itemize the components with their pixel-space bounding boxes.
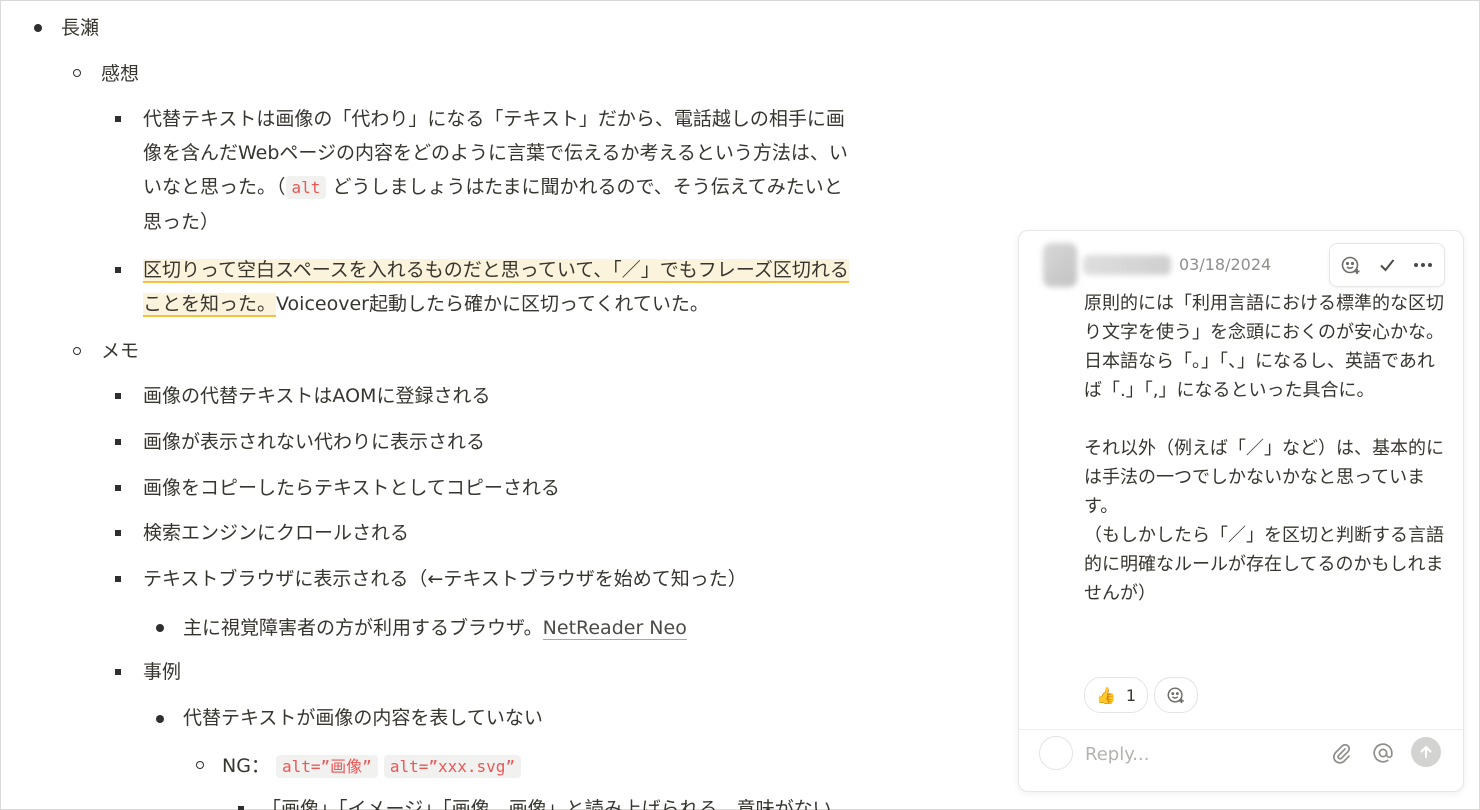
author-name-blurred: [1083, 255, 1171, 275]
bullet-disc: [156, 624, 164, 632]
list-item: 検索エンジンにクロールされる: [143, 522, 410, 544]
thumbs-up-reaction[interactable]: 👍 1: [1084, 677, 1148, 713]
thumbs-up-icon: 👍: [1095, 685, 1116, 705]
reply-avatar: [1039, 736, 1073, 770]
text-line: 像を含んだWebページの内容をどのように言葉で伝えるか考えるという方法は、い: [143, 142, 848, 164]
bullet-circle: [196, 761, 204, 769]
text-span: いなと思った。（: [143, 176, 286, 198]
text-span: Voiceover起動したら確かに区切ってくれていた。: [276, 293, 709, 315]
list-item-memo: メモ: [101, 340, 140, 362]
more-button[interactable]: [1410, 252, 1436, 278]
reaction-count: 1: [1125, 685, 1137, 705]
reply-input[interactable]: [1083, 739, 1307, 769]
comment-body: 原則的には「利用言語における標準的な区切り文字を使う」を念頭におくのが安心かな。…: [1084, 293, 1444, 604]
text-span: 主に視覚障害者の方が利用するブラウザ。: [183, 617, 543, 639]
bullet-square: [115, 669, 121, 675]
list-item: 画像が表示されない代わりに表示される: [143, 431, 486, 453]
inline-code: alt=”画像”: [275, 755, 378, 778]
bullet-square: [115, 267, 121, 273]
list-item: 画像をコピーしたらテキストとしてコピーされる: [143, 477, 560, 499]
bullet-circle: [73, 347, 81, 355]
add-reaction-icon: [1167, 687, 1184, 704]
commented-highlight[interactable]: ことを知った。: [143, 293, 277, 317]
bullet-disc: [34, 24, 42, 32]
mention-button[interactable]: [1369, 739, 1397, 767]
bullet-square: [115, 116, 121, 122]
attachment-icon: [1333, 743, 1351, 764]
divider: [1019, 729, 1463, 730]
netreader-link[interactable]: NetReader Neo: [542, 617, 687, 640]
impression-paragraph-1: 代替テキストは画像の「代わり」になる「テキスト」だから、電話越しの相手に画 像を…: [143, 102, 1005, 239]
add-reaction-pill[interactable]: [1154, 677, 1198, 713]
list-item: 「画像」「イメージ」「画像、画像」と読み上げられる、意味がない: [262, 798, 832, 810]
add-reaction-icon: [1341, 256, 1360, 274]
comment-thread: 03/18/2024 原則的には「利用言語における標準的な区切り文字を使う」を念…: [1018, 230, 1464, 792]
list-item: 主に視覚障害者の方が利用するブラウザ。NetReader Neo: [183, 611, 687, 645]
commented-highlight[interactable]: 区切りって空白スペースを入れるものだと思っていて、「／」でもフレーズ区切れる: [143, 259, 849, 283]
list-item: 代替テキストが画像の内容を表していない: [183, 707, 543, 729]
list-item-ng: NG： alt=”画像” alt=”xxx.svg”: [222, 749, 522, 784]
bullet-square: [115, 485, 121, 491]
bullet-square: [115, 576, 121, 582]
comment-actions-toolbar: [1329, 243, 1445, 287]
avatar: [1043, 243, 1077, 287]
text-line: 区切りって空白スペースを入れるものだと思っていて、「／」でもフレーズ区切れる: [143, 253, 1005, 287]
text-line: 思った）: [143, 211, 220, 233]
text-span: NG：: [222, 755, 270, 777]
document-area: 長瀬 感想 代替テキストは画像の「代わり」になる「テキスト」だから、電話越しの相…: [0, 0, 1010, 810]
send-button[interactable]: [1411, 737, 1441, 767]
bullet-square: [238, 806, 244, 810]
inline-code: alt: [285, 176, 327, 199]
list-item-jirei: 事例: [143, 661, 182, 683]
bullet-square: [115, 530, 121, 536]
bullet-circle: [73, 69, 81, 77]
mention-icon: [1373, 743, 1393, 763]
more-icon: [1414, 263, 1432, 267]
list-item: 画像の代替テキストはAOMに登録される: [143, 385, 491, 407]
attach-button[interactable]: [1327, 739, 1355, 767]
bullet-square: [115, 393, 121, 399]
text-line: 代替テキストは画像の「代わり」になる「テキスト」だから、電話越しの相手に画: [143, 108, 845, 130]
text-span: どうしましょうはたまに聞かれるので、そう伝えてみたいと: [332, 176, 843, 198]
impression-paragraph-2: 区切りって空白スペースを入れるものだと思っていて、「／」でもフレーズ区切れる こ…: [143, 253, 1005, 321]
resolve-button[interactable]: [1374, 252, 1400, 278]
send-icon: [1420, 745, 1432, 759]
bullet-disc: [156, 715, 164, 723]
bullet-square: [115, 439, 121, 445]
resolve-check-icon: [1380, 259, 1395, 272]
list-item-kansou: 感想: [101, 63, 140, 85]
list-item: テキストブラウザに表示される（←テキストブラウザを始めて知った）: [143, 568, 747, 590]
add-reaction-button[interactable]: [1338, 252, 1364, 278]
text-line: いなと思った。（ alt どうしましょうはたまに聞かれるので、そう伝えてみたいと: [143, 170, 1005, 205]
text-line: ことを知った。Voiceover起動したら確かに区切ってくれていた。: [143, 287, 1005, 321]
inline-code: alt=”xxx.svg”: [383, 755, 522, 778]
list-item-nagase: 長瀬: [61, 17, 100, 39]
comment-date: 03/18/2024: [1179, 255, 1272, 274]
